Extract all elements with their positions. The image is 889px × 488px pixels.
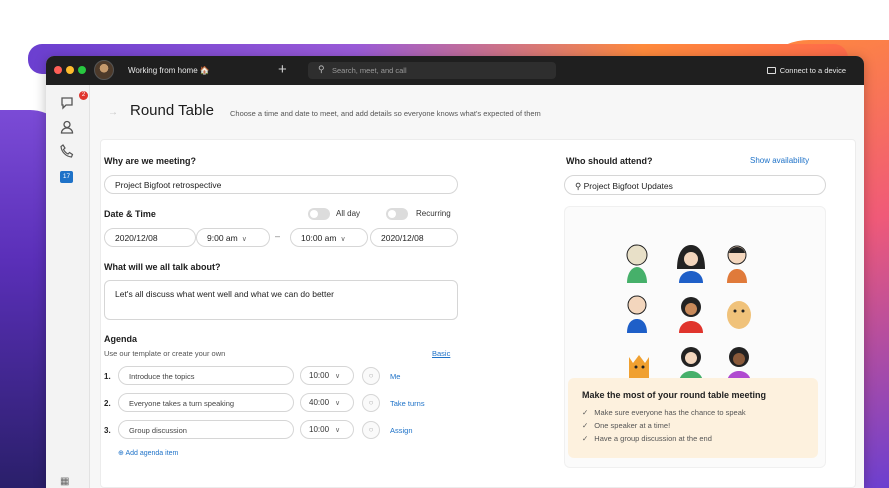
attendee-search-input[interactable]: ⚲ Project Bigfoot Updates [564, 175, 826, 195]
search-icon: ⚲ [318, 64, 325, 74]
agenda-item-assignee[interactable]: Assign [390, 426, 413, 435]
add-agenda-item-button[interactable]: ⊕ Add agenda item [118, 449, 178, 457]
close-window-button[interactable] [54, 66, 62, 74]
check-icon: ✓ [582, 434, 589, 443]
tip-text: One speaker at a time! [594, 421, 671, 430]
assign-person-icon[interactable]: ○ [362, 367, 380, 385]
range-dash: – [275, 231, 281, 241]
check-icon: ✓ [582, 421, 589, 430]
sidebar-item-calendar[interactable]: 17 [60, 171, 73, 183]
datetime-label: Date & Time [104, 209, 156, 219]
plus-icon[interactable]: + [278, 62, 287, 77]
agenda-duration-value: 10:00 [309, 371, 330, 380]
recurring-label: Recurring [416, 209, 451, 218]
end-time-value: 10:00 am [301, 233, 337, 243]
start-date-input[interactable]: 2020/12/08 [104, 228, 196, 247]
recurring-toggle[interactable] [386, 208, 408, 220]
end-date-input[interactable]: 2020/12/08 [370, 228, 458, 247]
attendees-label: Who should attend? [566, 156, 653, 166]
user-avatar[interactable] [94, 60, 114, 80]
search-placeholder: Search, meet, and call [332, 66, 407, 75]
page-header: → Round Table Choose a time and date to … [90, 85, 864, 139]
agenda-item-duration-select[interactable]: 40:00 ∨ [300, 393, 354, 412]
agenda-item-topic-input[interactable]: Group discussion [118, 420, 294, 439]
meeting-purpose-input[interactable]: Project Bigfoot retrospective [104, 175, 458, 194]
tip-item: ✓ One speaker at a time! [582, 421, 670, 430]
maximize-window-button[interactable] [78, 66, 86, 74]
phone-icon [60, 144, 74, 158]
tip-item: ✓ Make sure everyone has the chance to sp… [582, 408, 746, 417]
add-agenda-item-label: Add agenda item [125, 450, 179, 457]
tip-text: Make sure everyone has the chance to spe… [594, 408, 746, 417]
meeting-notes-textarea[interactable]: Let's all discuss what went well and wha… [104, 280, 458, 320]
agenda-duration-value: 10:00 [309, 425, 330, 434]
person-icon [60, 120, 74, 134]
agenda-item-number: 2. [104, 399, 111, 408]
agenda-item-duration-select[interactable]: 10:00 ∨ [300, 420, 354, 439]
sidebar-item-contacts[interactable] [59, 119, 75, 135]
agenda-duration-value: 40:00 [309, 398, 330, 407]
agenda-item-topic-input[interactable]: Everyone takes a turn speaking [118, 393, 294, 412]
global-search-input[interactable]: ⚲ Search, meet, and call [308, 62, 556, 79]
page-description: Choose a time and date to meet, and add … [230, 109, 541, 118]
agenda-topic-label: What will we all talk about? [104, 262, 221, 272]
app-window: Working from home 🏠 + ⚲ Search, meet, an… [46, 56, 864, 488]
attendees-illustration [626, 244, 751, 383]
title-bar: Working from home 🏠 + ⚲ Search, meet, an… [46, 56, 864, 85]
chevron-down-icon: ∨ [335, 400, 341, 407]
start-time-select[interactable]: 9:00 am ∨ [196, 228, 270, 247]
tip-text: Have a group discussion at the end [594, 434, 712, 443]
basic-template-link[interactable]: Basic [432, 349, 450, 358]
assign-person-icon[interactable]: ○ [362, 421, 380, 439]
why-label: Why are we meeting? [104, 156, 197, 166]
sidebar: 2 17 [46, 85, 90, 488]
connect-device-label: Connect to a device [779, 66, 846, 75]
chevron-down-icon: ∨ [335, 427, 341, 434]
minimize-window-button[interactable] [66, 66, 74, 74]
show-availability-link[interactable]: Show availability [750, 156, 809, 165]
tips-card: Make the most of your round table meetin… [568, 378, 818, 458]
connect-device-button[interactable]: Connect to a device [766, 66, 846, 75]
tips-title: Make the most of your round table meetin… [582, 390, 767, 400]
sidebar-item-messages[interactable]: 2 [59, 91, 88, 111]
agenda-label: Agenda [104, 334, 138, 344]
agenda-item-assignee[interactable]: Take turns [390, 399, 425, 408]
chevron-down-icon: ∨ [241, 236, 247, 243]
apps-grid-icon[interactable]: ▦ [60, 476, 69, 487]
start-time-value: 9:00 am [207, 233, 238, 243]
agenda-item-topic-input[interactable]: Introduce the topics [118, 366, 294, 385]
chat-icon [61, 97, 73, 110]
back-arrow-icon[interactable]: → [108, 107, 118, 118]
end-time-select[interactable]: 10:00 am ∨ [290, 228, 368, 247]
screen-icon [766, 67, 776, 74]
allday-label: All day [336, 209, 361, 218]
tip-item: ✓ Have a group discussion at the end [582, 434, 712, 443]
assign-person-icon[interactable]: ○ [362, 394, 380, 412]
check-icon: ✓ [582, 408, 589, 417]
chevron-down-icon: ∨ [335, 373, 341, 380]
sidebar-item-calls[interactable] [59, 143, 75, 159]
allday-toggle[interactable] [308, 208, 330, 220]
search-icon: ⚲ [575, 181, 584, 191]
chevron-down-icon: ∨ [340, 236, 346, 243]
agenda-subtitle: Use our template or create your own [104, 349, 226, 358]
agenda-item-number: 1. [104, 372, 111, 381]
agenda-item-number: 3. [104, 426, 111, 435]
agenda-item-assignee[interactable]: Me [390, 372, 400, 381]
agenda-item-duration-select[interactable]: 10:00 ∨ [300, 366, 354, 385]
user-status[interactable]: Working from home 🏠 [128, 66, 210, 75]
notification-badge: 2 [79, 91, 88, 100]
page-title: Round Table [130, 102, 214, 119]
attendee-search-value: Project Bigfoot Updates [583, 181, 673, 191]
